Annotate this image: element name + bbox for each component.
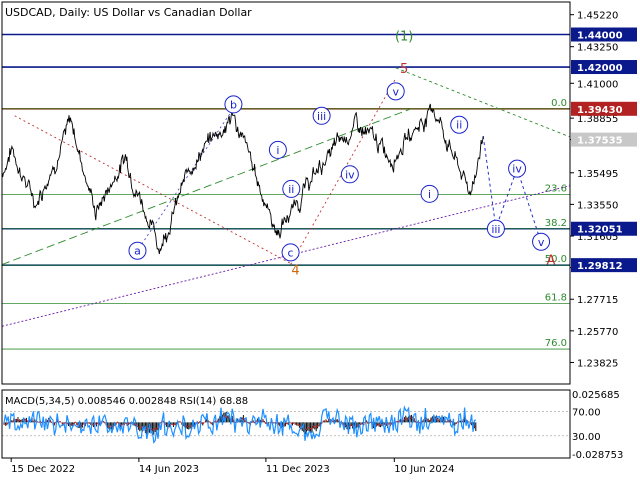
- chart-canvas: 0.023.638.250.061.876.0 70.0030.000.0256…: [1, 1, 637, 475]
- fib-level-label: 38.2: [545, 218, 567, 229]
- trendline-layer: [1, 67, 571, 327]
- wave-label-text: ii: [456, 119, 462, 132]
- rsi-line: [3, 405, 476, 444]
- x-tick-label: 10 Jun 2024: [394, 464, 454, 475]
- wave-label-text: A: [546, 254, 555, 269]
- price-series-line: [1, 103, 484, 255]
- wave-label-text: iv: [512, 163, 522, 176]
- wave-label-text: iv: [345, 168, 355, 181]
- wave-label-text: b: [230, 98, 237, 111]
- y-tick-label: 1.45220: [577, 11, 618, 22]
- indicator-left-tick: 70.00: [572, 407, 601, 418]
- wave-label-text: v: [392, 85, 399, 98]
- wave-label-text: i: [428, 188, 431, 201]
- wave-label-text: iii: [317, 110, 326, 123]
- indicator-label: MACD(5,34,5) 0.008546 0.002848 RSI(14) 6…: [5, 396, 248, 407]
- fib-level-label: 23.6: [545, 184, 567, 195]
- price-label-text: 1.29812: [577, 261, 623, 272]
- y-tick-label: 1.23825: [577, 358, 618, 369]
- x-tick-label: 14 Jun 2023: [139, 464, 199, 475]
- wave-label-text: i: [276, 144, 279, 157]
- fib-level-label: 61.8: [545, 293, 567, 304]
- price-label-text: 1.32051: [577, 225, 623, 236]
- wave-label-text: 4: [291, 263, 299, 278]
- price-label-text: 1.37535: [577, 136, 623, 147]
- y-tick-label: 1.41000: [577, 79, 618, 90]
- y-tick-label: 1.25770: [577, 327, 618, 338]
- price-label-text: 1.42000: [577, 63, 623, 74]
- price-layer: [1, 103, 484, 255]
- x-tick-label: 15 Dec 2022: [11, 464, 75, 475]
- y-tick-label: 1.43250: [577, 43, 618, 54]
- chart-title: USDCAD, Daily: US Dollar vs Canadian Dol…: [5, 6, 252, 19]
- y-tick-label: 1.27715: [577, 295, 618, 306]
- fib-level-label: 0.0: [551, 98, 567, 109]
- y-tick-label: 1.33550: [577, 200, 618, 211]
- price-label-text: 1.39430: [577, 105, 623, 116]
- wave-label-text: c: [288, 246, 294, 259]
- green-target-line: [395, 67, 571, 138]
- indicator-right-tick: -0.028753: [572, 450, 623, 461]
- indicator-right-tick: 0.025685: [572, 390, 620, 401]
- wave-label-text: a: [134, 245, 141, 258]
- price-label-text: 1.44000: [577, 31, 623, 42]
- chart-root: 0.0 23.6 38.2 50.0 61.8 76.0 70.00 30.00 0.0256…: [0, 0, 640, 480]
- indicator-left-tick: 30.00: [572, 432, 601, 443]
- red-correction-line: [14, 115, 293, 265]
- wave-label-text: (1): [395, 29, 413, 44]
- wave-label-text: 5: [400, 62, 408, 77]
- fib-level-label: 76.0: [545, 338, 567, 349]
- blue-wave-line: [138, 108, 234, 249]
- wave-label-text: iii: [491, 223, 500, 236]
- y-tick-label: 1.35495: [577, 169, 618, 180]
- wave-label-text: ii: [288, 183, 294, 196]
- wave-label-text: v: [538, 236, 545, 249]
- x-tick-label: 11 Dec 2023: [266, 464, 330, 475]
